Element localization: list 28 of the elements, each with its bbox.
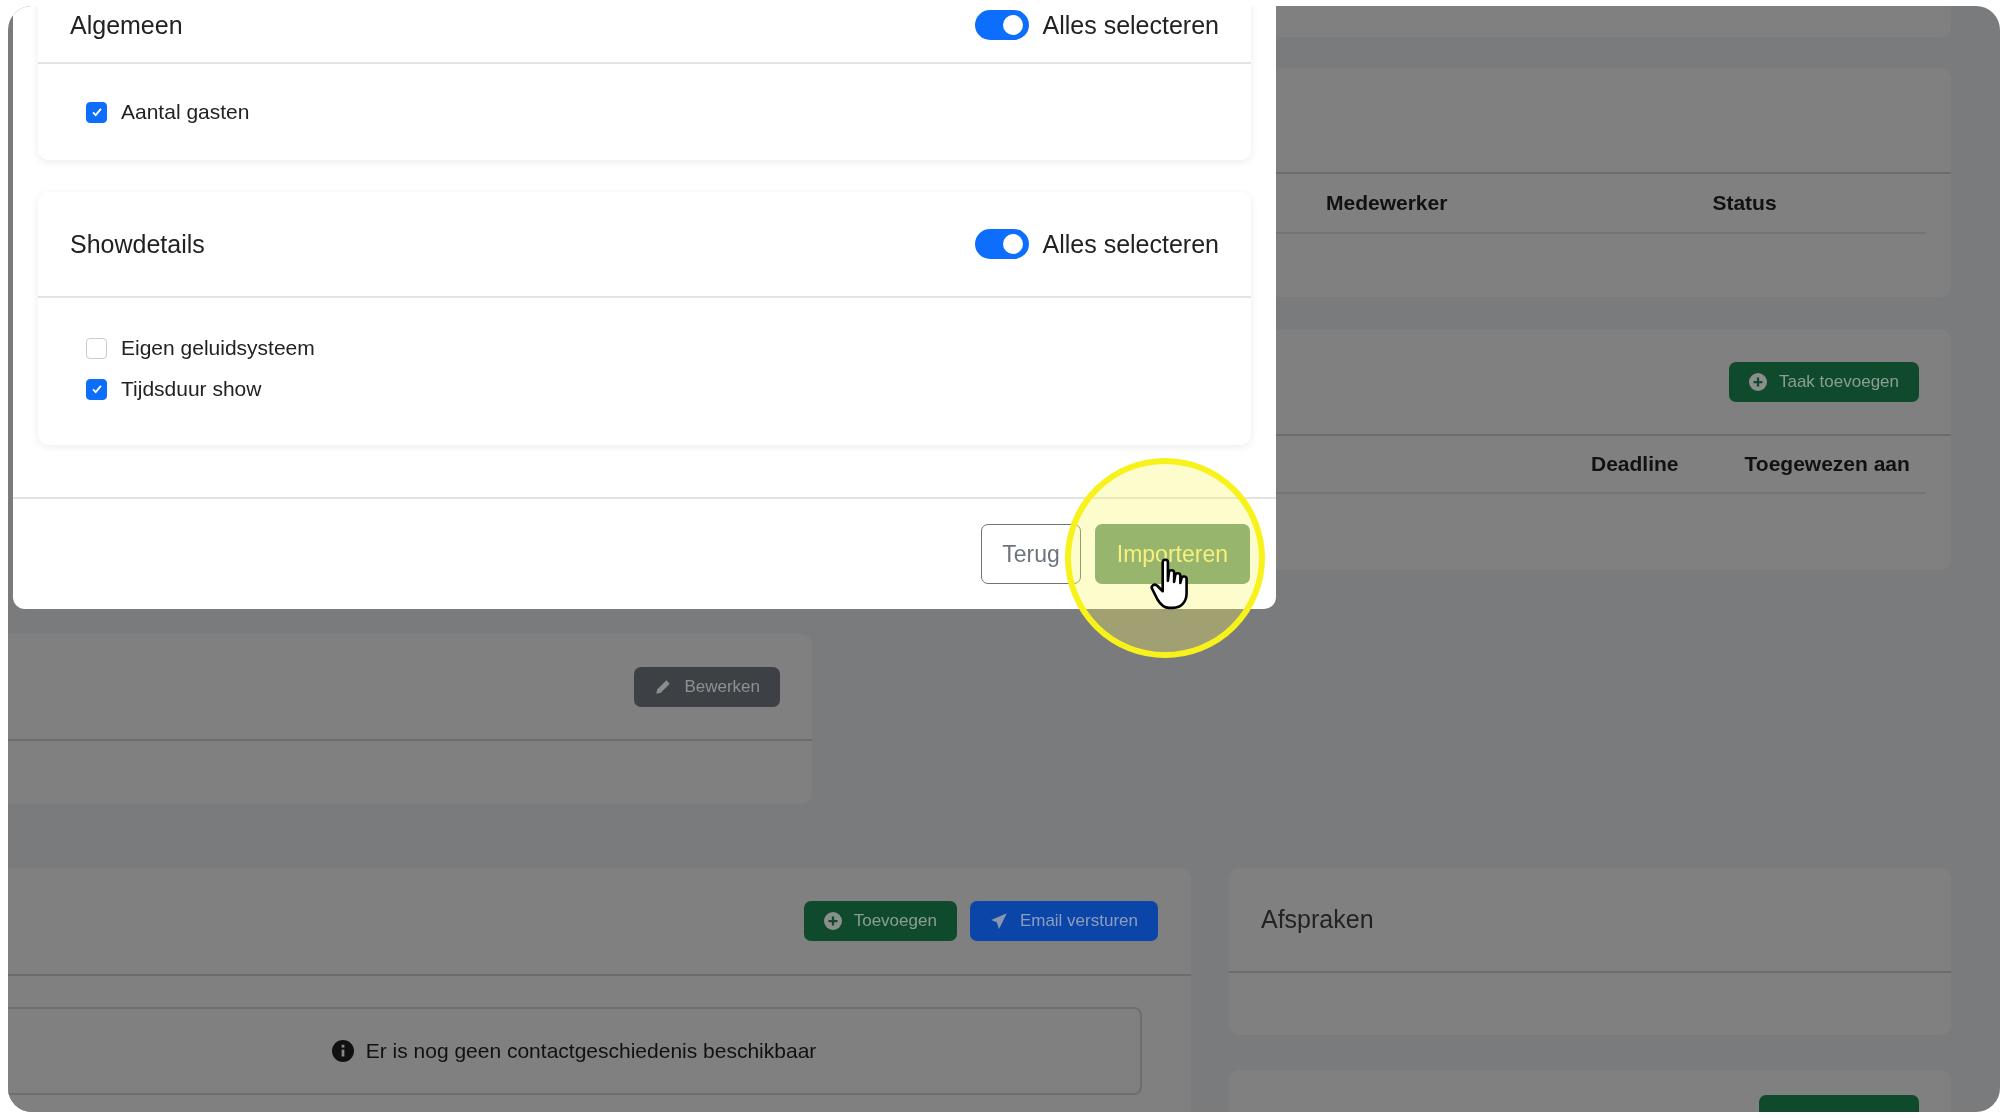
empty-message: Er is nog geen contactgeschiedenis beschikbaar (365, 1039, 817, 1063)
paper-plane-icon (989, 912, 1008, 930)
toggle-label: Alles selecteren (1042, 10, 1219, 40)
checkbox[interactable] (86, 378, 107, 400)
email-button[interactable]: Email versturen (969, 901, 1158, 941)
card-title: Afspraken (1261, 905, 1374, 934)
checkbox[interactable] (86, 101, 107, 123)
column-header: Medewerker (1326, 191, 1448, 215)
checkbox-label: Aantal gasten (121, 100, 250, 124)
toggle-switch[interactable] (974, 229, 1029, 259)
column-header: Status (1712, 191, 1777, 215)
info-icon (331, 1040, 354, 1062)
checkbox-label: Eigen geluidsysteem (121, 336, 315, 360)
plus-circle-icon (1748, 373, 1767, 391)
add-button[interactable]: Toevoegen (803, 901, 957, 941)
section-title: Algemeen (70, 11, 183, 40)
pencil-icon (654, 677, 673, 696)
section-title: Showdetails (70, 229, 205, 259)
checkbox[interactable] (86, 337, 107, 359)
toggle-switch[interactable] (974, 10, 1029, 40)
checkbox-label: Tijdsduur show (121, 377, 262, 401)
add-task-button[interactable]: Taak toevoegen (1728, 362, 1919, 402)
plus-circle-icon (823, 912, 842, 930)
column-header: Toegewezen aan (1744, 452, 1910, 476)
back-button[interactable]: Terug (981, 524, 1081, 584)
column-header: Deadline (1591, 452, 1679, 476)
toggle-label: Alles selecteren (1042, 229, 1219, 259)
edit-button[interactable]: Bewerken (634, 666, 780, 707)
